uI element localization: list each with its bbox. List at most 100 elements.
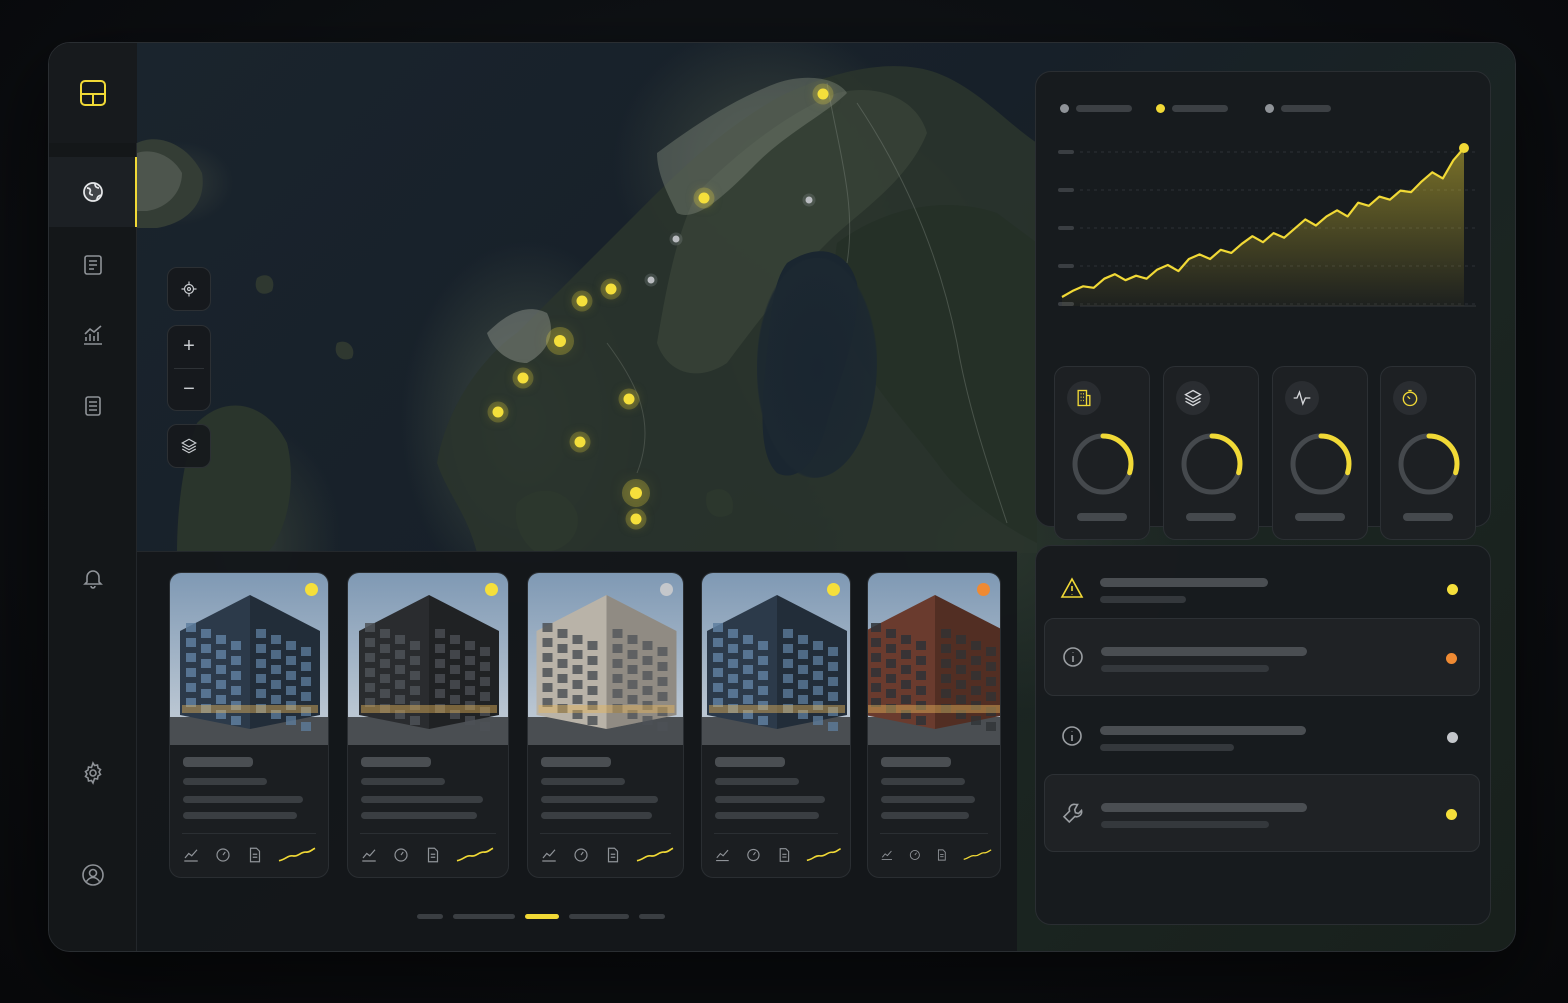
zoom-out-button[interactable]: − (167, 368, 211, 410)
locate-icon[interactable] (167, 268, 211, 310)
legend-label (1172, 105, 1228, 112)
alert-item[interactable] (1044, 698, 1480, 776)
kpi-icon-badge (1067, 381, 1101, 415)
series-area (1062, 148, 1464, 306)
map-pin[interactable] (698, 192, 710, 204)
analytics-panel (1035, 71, 1491, 540)
map-pin[interactable] (817, 88, 829, 100)
kpi-card[interactable] (1163, 366, 1259, 540)
gauge-icon[interactable] (392, 846, 410, 864)
map-pin[interactable] (805, 196, 813, 204)
sparkline-icon (807, 848, 842, 862)
map-pin[interactable] (623, 393, 635, 405)
y-tick (1058, 226, 1074, 230)
map-pin[interactable] (672, 235, 680, 243)
y-tick (1058, 150, 1074, 154)
property-card[interactable] (527, 572, 684, 878)
logo[interactable] (49, 43, 137, 143)
layers-button[interactable] (167, 424, 211, 468)
kpi-icon-badge (1393, 381, 1427, 415)
sidebar-item-documents[interactable] (49, 376, 137, 436)
y-tick (1058, 264, 1074, 268)
pager-dot[interactable] (453, 914, 515, 919)
locate-button[interactable] (167, 267, 211, 311)
map-pin[interactable] (554, 335, 566, 347)
trend-icon[interactable] (880, 846, 894, 864)
property-card[interactable] (701, 572, 851, 878)
zoom-in-button[interactable]: + (167, 326, 211, 368)
property-photo (170, 573, 328, 745)
data-point[interactable] (1459, 143, 1469, 153)
pager-dot[interactable] (525, 914, 559, 919)
card-actions (714, 845, 842, 865)
kpi-icon-badge (1176, 381, 1210, 415)
sidebar-item-notifications[interactable] (49, 548, 137, 608)
card-text (715, 796, 825, 803)
alert-title (1100, 726, 1306, 735)
kpi-label (1186, 513, 1236, 521)
kpi-icon-badge (1285, 381, 1319, 415)
map-pin[interactable] (647, 276, 655, 284)
property-photo (868, 573, 1000, 745)
property-photo (348, 573, 508, 745)
status-dot (827, 583, 840, 596)
file-icon[interactable] (776, 846, 793, 864)
map-pin[interactable] (630, 487, 642, 499)
property-card[interactable] (867, 572, 1001, 878)
property-card[interactable] (169, 572, 329, 878)
progress-ring (1398, 433, 1460, 495)
alert-item[interactable] (1044, 774, 1480, 852)
trend-icon[interactable] (714, 846, 731, 864)
legend-label (1281, 105, 1331, 112)
gauge-icon[interactable] (572, 846, 590, 864)
alert-item[interactable] (1044, 618, 1480, 696)
map-pin[interactable] (605, 283, 617, 295)
kpi-card[interactable] (1272, 366, 1368, 540)
file-icon[interactable] (935, 846, 949, 864)
file-icon[interactable] (604, 846, 622, 864)
property-card[interactable] (347, 572, 509, 878)
file-icon[interactable] (424, 846, 442, 864)
alert-description (1100, 596, 1186, 603)
map-pin[interactable] (574, 436, 586, 448)
pager-dot[interactable] (417, 914, 443, 919)
alert-description (1100, 744, 1234, 751)
property-carousel (137, 551, 1017, 951)
alert-item[interactable] (1044, 550, 1480, 628)
sidebar-item-map[interactable] (49, 157, 137, 227)
alert-description (1101, 665, 1269, 672)
gauge-icon[interactable] (908, 846, 922, 864)
kpi-card[interactable] (1380, 366, 1476, 540)
card-text (361, 796, 483, 803)
sidebar-item-profile[interactable] (49, 845, 137, 905)
map-pin[interactable] (630, 513, 642, 525)
layout-icon (80, 80, 106, 106)
gauge-icon[interactable] (745, 846, 762, 864)
card-title (183, 757, 253, 767)
pager-dot[interactable] (639, 914, 665, 919)
trend-icon[interactable] (360, 846, 378, 864)
card-actions (182, 845, 320, 865)
trend-icon[interactable] (540, 846, 558, 864)
sparkline-icon (278, 847, 316, 862)
pager-dot[interactable] (569, 914, 629, 919)
sidebar-item-settings[interactable] (49, 743, 137, 803)
map-pin[interactable] (517, 372, 529, 384)
pulse-icon (1293, 390, 1311, 406)
map-pin[interactable] (576, 295, 588, 307)
gauge-icon[interactable] (214, 846, 232, 864)
area-chart[interactable] (1056, 138, 1476, 328)
sidebar-item-analytics[interactable] (49, 305, 137, 365)
card-subtitle (361, 778, 445, 785)
kpi-card[interactable] (1054, 366, 1150, 540)
trend-icon[interactable] (182, 846, 200, 864)
building-icon (1077, 389, 1091, 407)
layers-icon[interactable] (167, 425, 211, 467)
sidebar-item-ledger[interactable] (49, 235, 137, 295)
map-pin[interactable] (492, 406, 504, 418)
alert-title (1100, 578, 1268, 587)
app-window: + − (48, 42, 1516, 952)
file-icon[interactable] (246, 846, 264, 864)
alerts-panel (1035, 545, 1491, 925)
status-dot (485, 583, 498, 596)
